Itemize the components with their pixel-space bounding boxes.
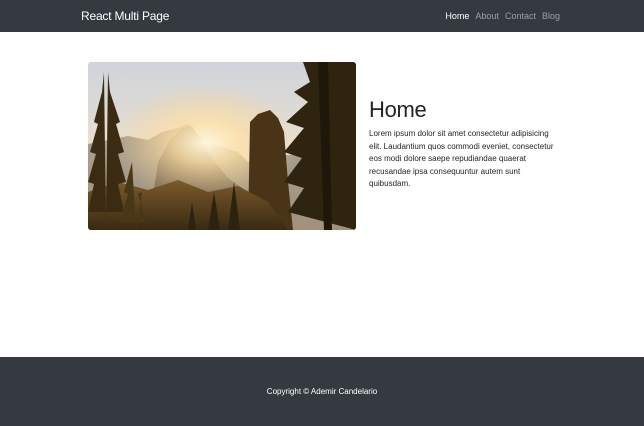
nav-link-contact[interactable]: Contact — [505, 11, 536, 22]
footer: Copyright © Ademir Candelario — [0, 357, 644, 426]
hero-image — [88, 62, 356, 230]
nav-link-home[interactable]: Home — [445, 11, 469, 22]
navbar: React Multi Page Home About Contact Blog — [0, 0, 644, 32]
copyright-text: Copyright © Ademir Candelario — [266, 387, 378, 396]
page-title: Home — [369, 97, 427, 122]
intro-paragraph: Lorem ipsum dolor sit amet consectetur a… — [369, 129, 554, 188]
nav-link-blog[interactable]: Blog — [542, 11, 560, 22]
navbar-brand[interactable]: React Multi Page — [81, 9, 169, 23]
nav-links: Home About Contact Blog — [445, 11, 560, 22]
nav-link-about[interactable]: About — [475, 11, 499, 22]
main-content: Home Lorem ipsum dolor sit amet consecte… — [369, 97, 554, 191]
